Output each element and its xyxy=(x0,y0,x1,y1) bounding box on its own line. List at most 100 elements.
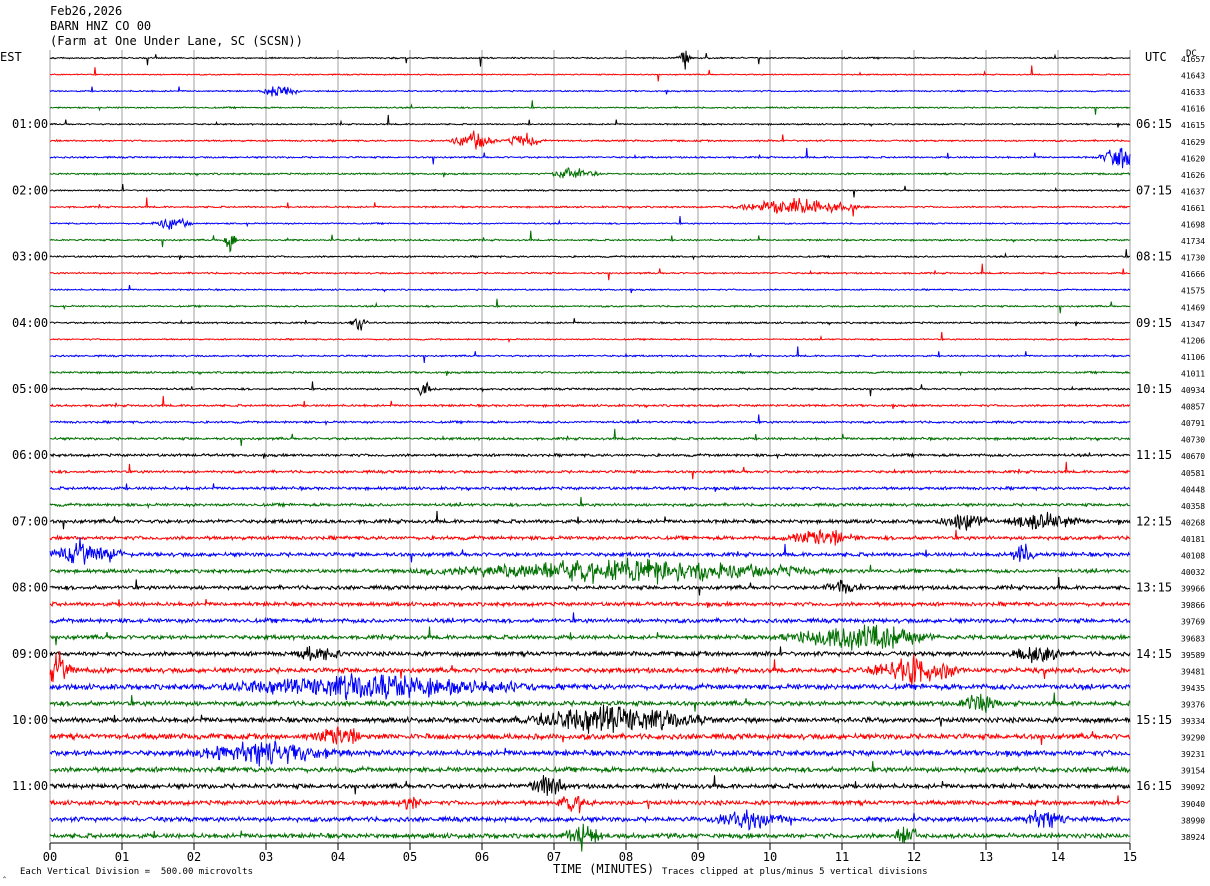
dc-value-label: 41661 xyxy=(1181,204,1205,213)
x-axis-title: TIME (MINUTES) xyxy=(553,862,655,876)
corner-mark: ‸ xyxy=(3,869,7,879)
left-hour-label: 01:00 xyxy=(12,117,48,131)
dc-value-label: 41666 xyxy=(1181,270,1205,279)
seismic-trace xyxy=(49,230,1131,253)
x-tick-label: 15 xyxy=(1123,850,1137,864)
seismic-trace xyxy=(49,510,1131,531)
x-tick-label: 09 xyxy=(691,850,705,864)
right-hour-label: 13:15 xyxy=(1136,581,1172,595)
dc-value-label: 40268 xyxy=(1181,518,1205,527)
seismic-trace xyxy=(49,557,1131,585)
dc-value-label: 41698 xyxy=(1181,221,1205,230)
seismic-trace xyxy=(49,599,1131,609)
dc-value-label: 39683 xyxy=(1181,634,1205,643)
seismic-trace xyxy=(49,197,1131,217)
seismic-trace xyxy=(49,452,1131,460)
right-hour-label: 11:15 xyxy=(1136,448,1172,462)
right-hour-label: 15:15 xyxy=(1136,713,1172,727)
dc-value-label: 41734 xyxy=(1181,237,1205,246)
seismic-trace xyxy=(50,65,1131,82)
seismic-trace xyxy=(49,624,1131,651)
dc-value-label: 39966 xyxy=(1181,585,1205,594)
seismic-trace xyxy=(49,726,1131,746)
seismic-trace xyxy=(49,85,1131,97)
left-hour-label: 07:00 xyxy=(12,514,48,528)
seismic-trace xyxy=(49,395,1131,410)
seismic-trace xyxy=(49,428,1131,447)
x-tick-label: 00 xyxy=(43,850,57,864)
scale-note: Each Vertical Division = 500.00 microvol… xyxy=(20,867,253,877)
dc-value-label: 39481 xyxy=(1181,667,1205,676)
dc-value-label: 40581 xyxy=(1181,469,1205,478)
dc-value-label: 41616 xyxy=(1181,105,1205,114)
dc-value-label: 41620 xyxy=(1181,154,1205,163)
dc-value-label: 38990 xyxy=(1181,816,1205,825)
seismic-trace xyxy=(49,809,1131,831)
left-hour-label: 06:00 xyxy=(12,448,48,462)
seismic-trace xyxy=(49,823,1131,852)
seismic-trace xyxy=(49,370,1131,377)
seismic-trace xyxy=(49,483,1131,492)
x-tick-label: 04 xyxy=(331,850,345,864)
clip-note: Traces clipped at plus/minus 5 vertical … xyxy=(662,867,928,877)
seismic-trace xyxy=(49,331,1131,344)
seismic-trace xyxy=(49,285,1131,294)
x-tick-label: 12 xyxy=(907,850,921,864)
seismic-trace xyxy=(49,50,1131,70)
right-hour-label: 09:15 xyxy=(1136,316,1172,330)
seismic-trace xyxy=(49,414,1131,427)
dc-value-label: 41657 xyxy=(1181,55,1205,64)
dc-value-label: 41347 xyxy=(1181,320,1205,329)
left-hour-label: 09:00 xyxy=(12,647,48,661)
seismic-trace xyxy=(49,298,1131,314)
dc-value-label: 40448 xyxy=(1181,485,1205,494)
seismic-trace xyxy=(49,130,1131,150)
left-hour-label: 11:00 xyxy=(12,779,48,793)
seismic-trace xyxy=(49,263,1130,281)
seismic-trace xyxy=(49,577,1131,596)
helicorder-plot: 00 01 02 03 04 05 06 07 08 09 10 11 12 13 14 1541657416… xyxy=(12,50,1205,864)
seismic-trace xyxy=(49,528,1131,546)
dc-value-label: 40730 xyxy=(1181,436,1205,445)
dc-value-label: 41011 xyxy=(1181,369,1205,378)
left-hour-label: 04:00 xyxy=(12,316,48,330)
dc-value-label: 40108 xyxy=(1181,552,1205,561)
dc-value-label: 41469 xyxy=(1181,303,1205,312)
right-hour-label: 07:15 xyxy=(1136,183,1172,197)
x-tick-label: 11 xyxy=(835,850,849,864)
seismic-trace xyxy=(49,496,1131,510)
right-hour-label: 14:15 xyxy=(1136,647,1172,661)
left-hour-label: 05:00 xyxy=(12,382,48,396)
dc-value-label: 41633 xyxy=(1181,88,1205,97)
dc-value-label: 40791 xyxy=(1181,419,1205,428)
seismic-trace xyxy=(49,740,1131,767)
seismic-trace xyxy=(49,612,1131,625)
dc-value-label: 41637 xyxy=(1181,187,1205,196)
seismic-trace xyxy=(49,184,1131,198)
dc-value-label: 39435 xyxy=(1181,684,1205,693)
seismic-trace xyxy=(49,114,1131,128)
dc-value-label: 39092 xyxy=(1181,783,1205,792)
seismic-trace xyxy=(49,318,1131,331)
left-hour-label: 10:00 xyxy=(12,713,48,727)
dc-value-label: 41643 xyxy=(1181,72,1205,81)
x-tick-label: 03 xyxy=(259,850,273,864)
dc-value-label: 40670 xyxy=(1181,452,1205,461)
dc-value-label: 41626 xyxy=(1181,171,1205,180)
x-tick-label: 10 xyxy=(763,850,777,864)
left-hour-label: 08:00 xyxy=(12,581,48,595)
right-hour-label: 06:15 xyxy=(1136,117,1172,131)
seismic-trace xyxy=(49,216,1131,230)
seismic-trace xyxy=(49,795,1131,814)
x-tick-label: 01 xyxy=(115,850,129,864)
dc-value-label: 39589 xyxy=(1181,651,1205,660)
dc-value-label: 40181 xyxy=(1181,535,1205,544)
seismic-trace xyxy=(49,673,1131,701)
dc-value-label: 39290 xyxy=(1181,734,1205,743)
seismic-trace xyxy=(49,346,1131,364)
dc-value-label: 39231 xyxy=(1181,750,1205,759)
seismic-trace xyxy=(49,381,1131,397)
dc-value-label: 41206 xyxy=(1181,336,1205,345)
x-tick-label: 02 xyxy=(187,850,201,864)
seismic-trace xyxy=(49,704,1131,734)
